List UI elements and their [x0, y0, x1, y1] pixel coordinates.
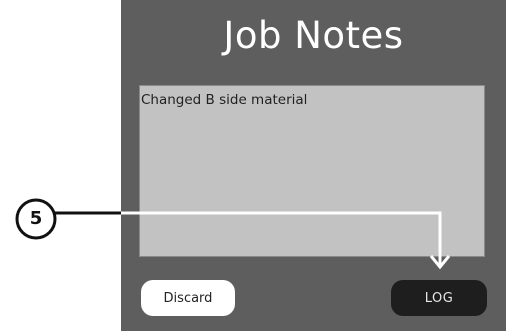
discard-button[interactable]: Discard — [141, 280, 235, 316]
figure: Job Notes Changed B side material Discar… — [0, 0, 506, 331]
panel-title: Job Notes — [223, 14, 404, 57]
callout-number: 5 — [29, 208, 43, 229]
notes-textarea[interactable]: Changed B side material — [139, 85, 485, 257]
job-notes-panel: Job Notes Changed B side material Discar… — [121, 0, 506, 331]
log-button[interactable]: LOG — [391, 280, 487, 316]
